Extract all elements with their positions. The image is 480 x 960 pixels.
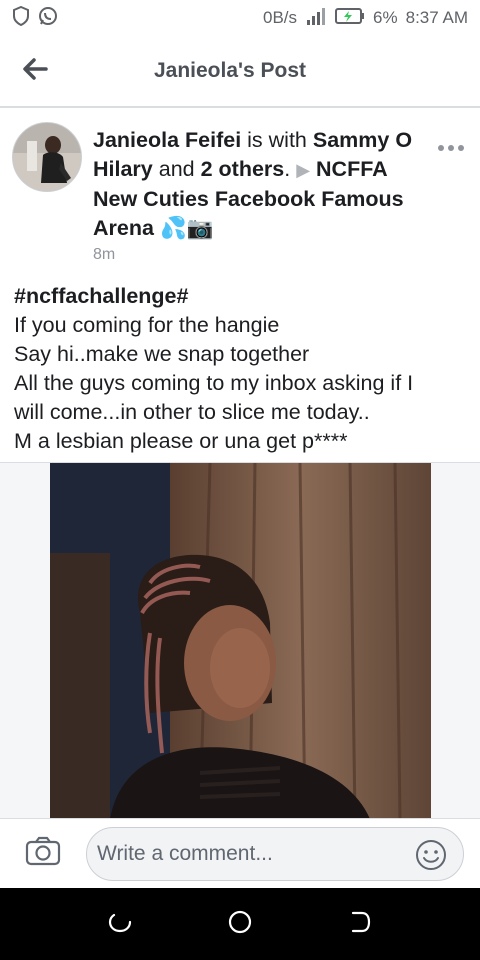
signal-icon — [305, 6, 327, 31]
camera-icon — [25, 836, 61, 871]
shield-icon — [12, 5, 30, 31]
post-photo-container — [0, 462, 480, 819]
home-circle-icon — [227, 909, 253, 940]
post-line: Say hi..make we snap together — [14, 342, 310, 366]
home-button[interactable] — [220, 904, 260, 944]
avatar[interactable] — [12, 122, 82, 192]
dot-icon — [438, 145, 444, 151]
post-body: #ncffachallenge# If you coming for the h… — [14, 282, 474, 456]
post-line: If you coming for the hangie — [14, 313, 280, 337]
comment-input[interactable] — [97, 841, 397, 866]
group-emoji: 💦📷 — [159, 216, 214, 240]
arrow-left-icon — [22, 57, 48, 85]
post-hashtag[interactable]: #ncffachallenge# — [14, 282, 474, 311]
back-button[interactable] — [0, 35, 70, 107]
more-options-button[interactable] — [436, 138, 466, 158]
with-text: is with — [241, 128, 313, 152]
others-link[interactable]: 2 others — [201, 157, 285, 181]
system-nav-bar — [0, 888, 480, 960]
comment-bar — [0, 818, 480, 888]
post-line: will come...in other to slice me today.. — [14, 400, 370, 424]
status-bar: 0B/s 6% 8:37 AM — [0, 0, 480, 36]
battery-charging-icon — [335, 7, 365, 30]
battery-percent: 6% — [373, 8, 398, 27]
whatsapp-icon — [38, 6, 58, 31]
recent-apps-icon — [108, 910, 132, 939]
back-nav-icon — [348, 910, 372, 939]
author-name[interactable]: Janieola Feifei — [93, 128, 241, 152]
and-text: and — [152, 157, 201, 181]
post-header: Janieola Feifei is with Sammy O Hilary a… — [0, 112, 480, 264]
back-nav-button[interactable] — [340, 904, 380, 944]
app-header: Janieola's Post — [0, 36, 480, 108]
play-arrow-icon: ▶ — [296, 160, 311, 180]
period-text: . — [284, 157, 291, 181]
post-meta: Janieola Feifei is with Sammy O Hilary a… — [93, 126, 423, 243]
status-left — [12, 5, 58, 31]
comment-input-wrapper — [86, 826, 464, 881]
dot-icon — [448, 145, 454, 151]
emoji-icon[interactable] — [415, 839, 447, 871]
post-line: M a lesbian please or una get p**** — [14, 429, 348, 453]
status-right: 0B/s 6% 8:37 AM — [263, 6, 468, 31]
network-speed: 0B/s — [263, 8, 298, 27]
post-timestamp[interactable]: 8m — [93, 246, 115, 264]
post-photo[interactable] — [50, 463, 431, 819]
clock: 8:37 AM — [405, 8, 468, 27]
post-line: All the guys coming to my inbox asking i… — [14, 371, 414, 395]
recent-apps-button[interactable] — [100, 904, 140, 944]
dot-icon — [458, 145, 464, 151]
camera-button[interactable] — [0, 819, 86, 889]
page-title: Janieola's Post — [153, 59, 307, 82]
